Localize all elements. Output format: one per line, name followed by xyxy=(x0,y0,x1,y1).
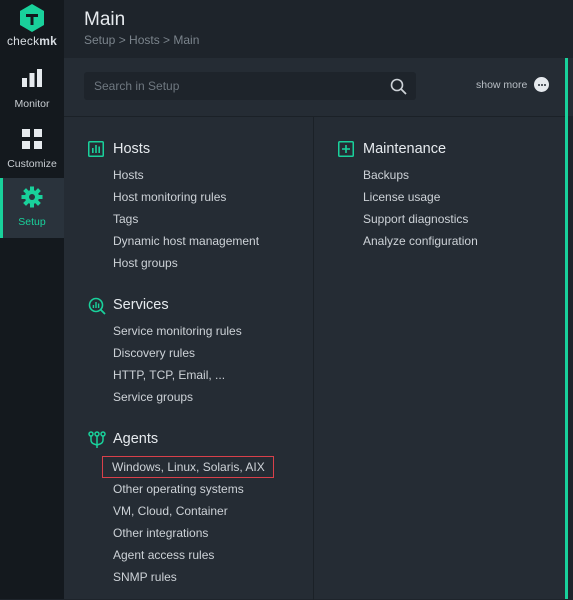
gear-icon xyxy=(0,186,64,210)
section-services-title: Services xyxy=(113,297,169,313)
menu-item-host-monitoring-rules[interactable]: Host monitoring rules xyxy=(113,190,226,204)
menu-item-license-usage[interactable]: License usage xyxy=(363,190,440,204)
setup-main-content: Hosts Hosts Host monitoring rules Tags D… xyxy=(64,116,565,600)
search-input[interactable] xyxy=(84,72,384,100)
checkmk-logo[interactable]: checkmk xyxy=(0,0,64,56)
nav-monitor[interactable]: Monitor xyxy=(0,60,64,120)
menu-item-hosts[interactable]: Hosts xyxy=(113,168,144,182)
section-agents-title: Agents xyxy=(113,431,159,447)
nav-customize-label: Customize xyxy=(7,158,57,170)
search-icon[interactable] xyxy=(390,78,407,95)
hosts-icon xyxy=(88,141,104,157)
menu-item-service-monitoring-rules[interactable]: Service monitoring rules xyxy=(113,324,242,338)
more-dots-icon[interactable] xyxy=(534,77,549,92)
page-title: Main xyxy=(84,9,126,30)
menu-item-vm-cloud-container[interactable]: VM, Cloud, Container xyxy=(113,504,228,518)
section-maintenance-title: Maintenance xyxy=(363,141,447,157)
menu-item-host-groups[interactable]: Host groups xyxy=(113,256,178,270)
scrollbar[interactable] xyxy=(565,58,568,599)
menu-item-support-diagnostics[interactable]: Support diagnostics xyxy=(363,212,468,226)
menu-item-dynamic-host-management[interactable]: Dynamic host management xyxy=(113,234,259,248)
maintenance-icon xyxy=(338,141,354,157)
menu-item-backups[interactable]: Backups xyxy=(363,168,409,182)
grid-icon xyxy=(0,128,64,152)
column-divider xyxy=(313,117,314,600)
menu-item-discovery-rules[interactable]: Discovery rules xyxy=(113,346,195,360)
menu-item-other-integrations[interactable]: Other integrations xyxy=(113,526,208,540)
page-header: Main Setup > Hosts > Main xyxy=(64,0,573,58)
search-bar-area: show more xyxy=(64,58,573,116)
agents-icon xyxy=(88,431,106,448)
sidebar-nav: checkmk Monitor Customize Setup xyxy=(0,0,64,599)
section-hosts-title: Hosts xyxy=(113,141,151,157)
nav-monitor-label: Monitor xyxy=(14,98,50,110)
menu-item-http-tcp-email[interactable]: HTTP, TCP, Email, ... xyxy=(113,368,225,382)
nav-customize[interactable]: Customize xyxy=(0,120,64,180)
show-more-link[interactable]: show more xyxy=(476,79,527,91)
services-icon xyxy=(88,297,106,315)
menu-item-service-groups[interactable]: Service groups xyxy=(113,390,193,404)
nav-setup[interactable]: Setup xyxy=(0,178,64,238)
breadcrumb[interactable]: Setup > Hosts > Main xyxy=(84,33,199,47)
menu-item-analyze-configuration[interactable]: Analyze configuration xyxy=(363,234,478,248)
menu-item-snmp-rules[interactable]: SNMP rules xyxy=(113,570,177,584)
bar-chart-icon xyxy=(0,68,64,92)
menu-item-windows-linux-solaris-aix[interactable]: Windows, Linux, Solaris, AIX xyxy=(102,456,274,478)
menu-item-tags[interactable]: Tags xyxy=(113,212,138,226)
menu-item-agent-access-rules[interactable]: Agent access rules xyxy=(113,548,214,562)
search-box xyxy=(84,72,416,100)
checkmk-logo-icon xyxy=(20,4,44,32)
menu-item-other-operating-systems[interactable]: Other operating systems xyxy=(113,482,244,496)
nav-setup-label: Setup xyxy=(18,216,46,228)
logo-wordmark: checkmk xyxy=(6,34,58,48)
